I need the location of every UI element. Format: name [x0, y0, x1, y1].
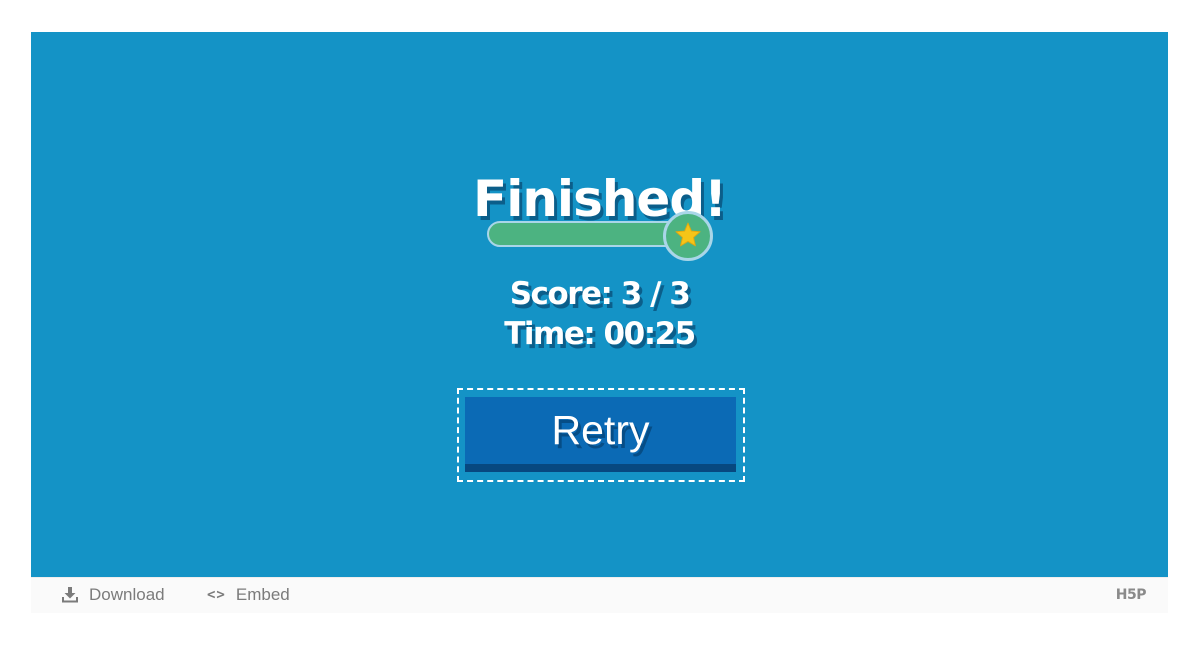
embed-label: Embed [235, 585, 290, 604]
score-progress-bar [487, 211, 713, 265]
star-badge [663, 211, 713, 261]
progress-track [487, 221, 687, 247]
score-text: Score: 3 / 3 [509, 276, 691, 312]
star-icon [675, 222, 701, 247]
game-summary-screen: Finished! Score: 3 / 3 Time: 00:25 Retry [31, 32, 1168, 577]
time-text: Time: 00:25 [504, 316, 696, 352]
download-link[interactable]: Download [61, 585, 165, 605]
embed-link[interactable]: <> Embed [207, 585, 290, 605]
h5p-logo[interactable]: H5P [1116, 587, 1147, 603]
code-brackets-icon: <> [207, 587, 226, 603]
h5p-footer-bar: Download <> Embed H5P [31, 577, 1168, 613]
download-label: Download [89, 585, 165, 604]
download-icon [61, 587, 79, 603]
retry-button[interactable]: Retry [465, 397, 736, 472]
